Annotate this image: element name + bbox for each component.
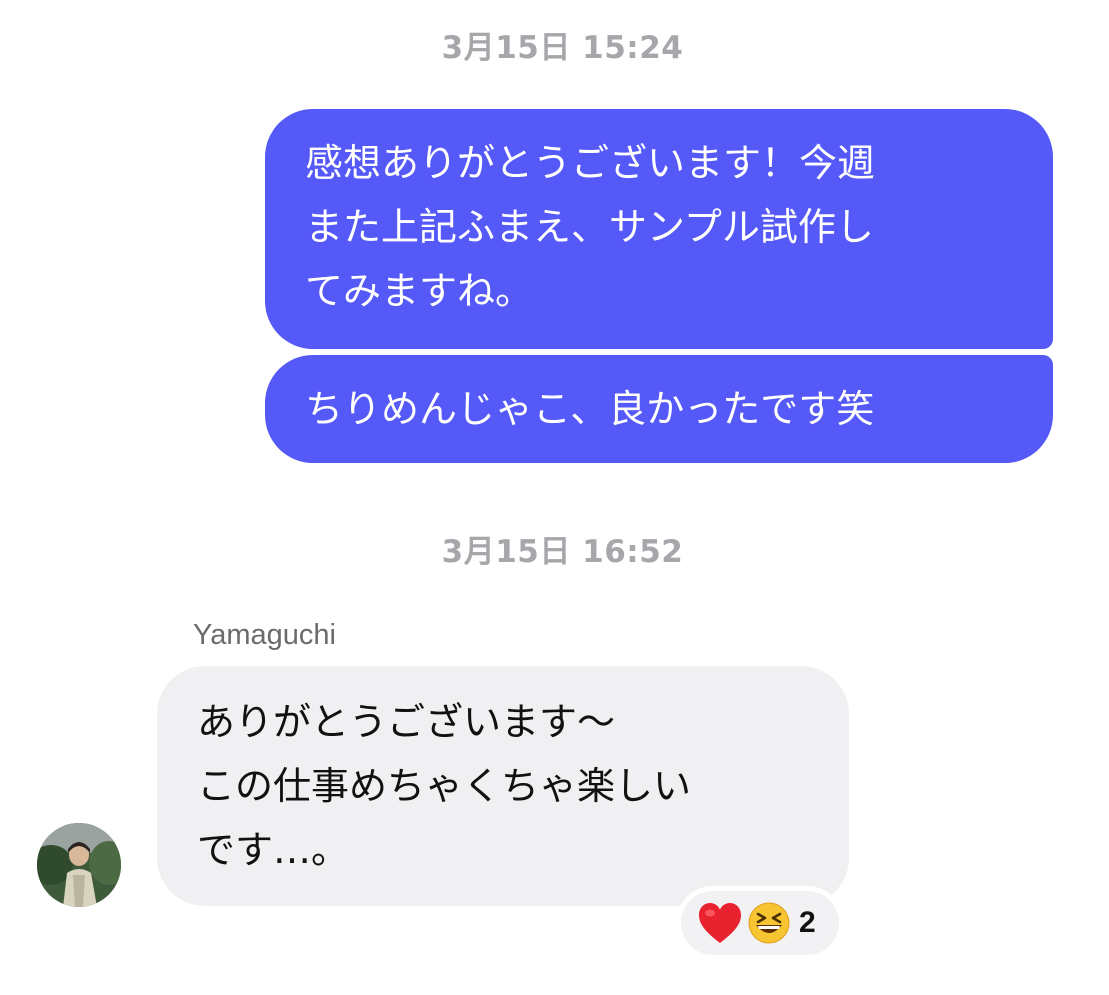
reactions-badge[interactable]: 2 [676, 886, 844, 960]
outgoing-message-bubble[interactable]: ちりめんじゃこ、良かったです笑 [265, 355, 1053, 463]
avatar[interactable] [37, 823, 121, 907]
outgoing-message-bubble[interactable]: 感想ありがとうございます！今週 また上記ふまえ、サンプル試作し てみますね。 [265, 109, 1053, 349]
timestamp: 3月15日 16:52 [441, 534, 684, 570]
timestamp: 3月15日 15:24 [441, 30, 684, 66]
user-avatar-photo-icon [37, 823, 121, 907]
sender-name: Yamaguchi [193, 619, 336, 651]
reaction-count: 2 [799, 906, 816, 939]
incoming-message-bubble[interactable]: ありがとうございます〜 この仕事めちゃくちゃ楽しい です…。 [157, 666, 849, 906]
red-heart-icon [699, 903, 741, 943]
grinning-squinting-face-icon [748, 902, 790, 944]
